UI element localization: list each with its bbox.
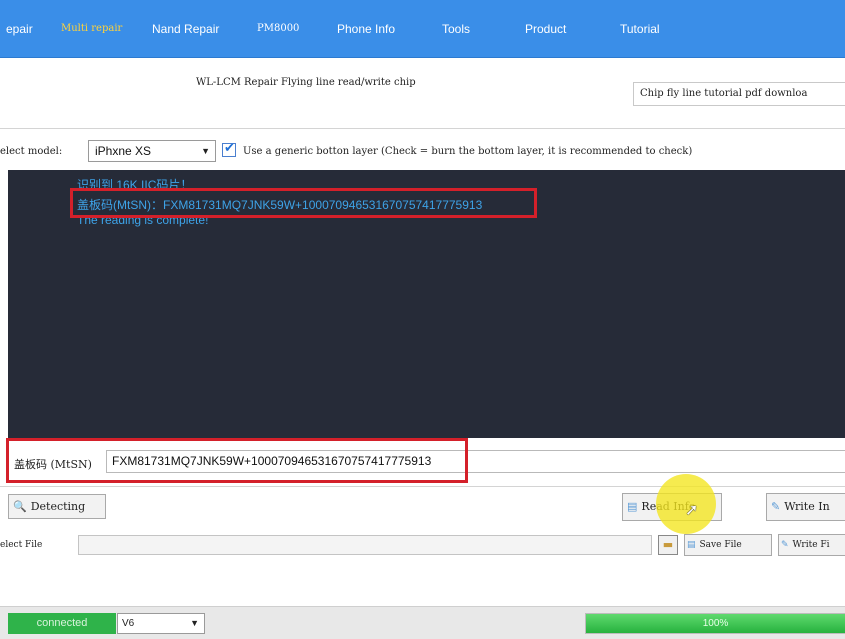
divider: [0, 486, 845, 487]
file-path-field[interactable]: [78, 535, 652, 555]
edit-icon: ✎: [771, 500, 781, 513]
detecting-label: Detecting: [30, 500, 86, 513]
chevron-down-icon: ▼: [190, 618, 199, 628]
tab-multi-repair[interactable]: Multi repair: [61, 0, 122, 58]
edit-icon: ✎: [781, 540, 789, 550]
annotation-highlight-box: [6, 438, 468, 483]
progress-text: 100%: [702, 618, 729, 629]
detecting-button[interactable]: 🔍 Detecting: [8, 494, 106, 519]
save-file-button[interactable]: ▤ Save File: [684, 534, 772, 556]
generic-bottom-layer-checkbox[interactable]: ✔: [222, 141, 236, 157]
tab-product[interactable]: Product: [525, 0, 566, 58]
tab-pm8000[interactable]: PM8000: [257, 0, 299, 58]
chevron-down-icon: ▼: [201, 146, 210, 156]
search-icon: 🔍: [13, 500, 27, 513]
save-icon: ▤: [687, 540, 696, 550]
status-bar: connected V6 ▼ 100%: [0, 606, 845, 639]
model-select[interactable]: iPhxne XS ▼: [88, 140, 216, 162]
check-icon: ✔: [224, 141, 235, 156]
pdf-download-button[interactable]: Chip fly line tutorial pdf downloa: [633, 82, 845, 106]
write-info-button[interactable]: ✎ Write In: [766, 493, 845, 521]
write-file-label: Write Fi: [792, 540, 830, 550]
generic-bottom-layer-label: Use a generic botton layer (Check = burn…: [243, 146, 693, 157]
write-file-button[interactable]: ✎ Write Fi: [778, 534, 845, 556]
save-file-label: Save File: [699, 540, 742, 550]
write-info-label: Write In: [784, 500, 830, 513]
document-icon: ▤: [627, 500, 638, 513]
tab-tools[interactable]: Tools: [442, 0, 470, 58]
progress-bar: 100%: [585, 613, 845, 634]
model-label: elect model:: [0, 146, 63, 157]
model-select-value: iPhxne XS: [95, 144, 152, 158]
mouse-cursor-icon: ➚: [685, 500, 699, 519]
version-select[interactable]: V6 ▼: [117, 613, 205, 634]
connection-status-badge: connected: [8, 613, 116, 634]
tab-phone-info[interactable]: Phone Info: [337, 0, 395, 58]
tab-nand-repair[interactable]: Nand Repair: [152, 0, 219, 58]
divider: [0, 128, 845, 129]
annotation-highlight-box: [70, 188, 537, 218]
log-output: 识别到 16K IIC码片！ 盖板码(MtSN)：FXM81731MQ7JNK5…: [8, 170, 845, 438]
version-select-value: V6: [122, 618, 135, 629]
tab-tutorial[interactable]: Tutorial: [620, 0, 660, 58]
select-file-label: elect File: [0, 540, 43, 550]
folder-icon[interactable]: ▬: [658, 535, 678, 555]
page-title: WL-LCM Repair Flying line read/write chi…: [196, 77, 416, 88]
top-nav: epair Multi repair Nand Repair PM8000 Ph…: [0, 0, 845, 58]
tab-repair[interactable]: epair: [6, 0, 33, 58]
